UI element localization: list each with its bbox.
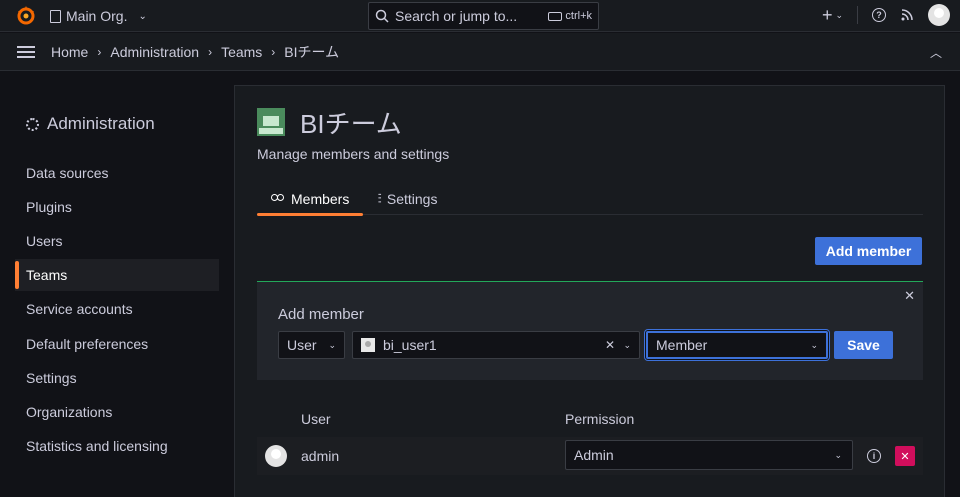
sidebar-item-plugins[interactable]: Plugins <box>15 191 219 223</box>
user-avatar-icon <box>361 338 375 352</box>
role-value: Member <box>656 337 708 353</box>
breadcrumb-teams[interactable]: Teams <box>221 44 262 60</box>
users-icon <box>271 193 284 204</box>
permission-select[interactable]: Admin ⌄ <box>565 440 853 470</box>
sidebar-title-text: Administration <box>47 114 155 133</box>
avatar <box>265 445 287 467</box>
sidebar: Administration Data sources Plugins User… <box>0 72 234 497</box>
sidebar-item-teams[interactable]: Teams <box>15 259 219 291</box>
remove-member-button[interactable]: ✕ <box>895 446 915 466</box>
breadcrumb-current: BIチーム <box>284 43 340 60</box>
grafana-logo-icon[interactable] <box>15 4 37 26</box>
sidebar-item-settings[interactable]: Settings <box>15 362 219 394</box>
help-icon[interactable]: ? <box>872 8 886 22</box>
tab-members-label: Members <box>291 190 350 207</box>
column-header-user: User <box>301 411 331 427</box>
table-row: admin Admin ⌄ i ✕ <box>257 437 923 475</box>
sidebar-item-organizations[interactable]: Organizations <box>15 396 219 428</box>
tab-settings-label: Settings <box>386 190 438 207</box>
sliders-icon: ⫶⫶ <box>377 190 381 206</box>
shortcut-text: ctrl+k <box>565 10 592 22</box>
form-title: Add member <box>278 306 364 323</box>
menu-icon[interactable] <box>17 45 35 58</box>
add-member-button[interactable]: Add member <box>815 237 922 265</box>
user-picker-value: bi_user1 <box>383 337 437 353</box>
new-button[interactable]: + ⌄ <box>822 5 843 26</box>
keyboard-shortcut: ctrl+k <box>548 10 592 22</box>
team-avatar <box>257 108 285 136</box>
add-member-form: ✕ Add member User ⌄ bi_user1 ✕ ⌄ Member … <box>257 281 923 380</box>
breadcrumb: Home › Administration › Teams › BIチーム <box>51 42 339 62</box>
org-switcher[interactable]: Main Org. ⌄ <box>50 8 147 24</box>
column-header-permission: Permission <box>565 411 635 427</box>
sidebar-item-service-accounts[interactable]: Service accounts <box>15 293 219 325</box>
chevron-up-icon[interactable]: ︿ <box>930 44 942 61</box>
sidebar-item-data-sources[interactable]: Data sources <box>15 157 219 189</box>
sidebar-item-default-preferences[interactable]: Default preferences <box>15 328 219 360</box>
chevron-right-icon: › <box>208 44 213 59</box>
sidebar-title: Administration <box>26 114 155 134</box>
tab-members[interactable]: Members <box>257 182 364 216</box>
user-picker[interactable]: bi_user1 ✕ ⌄ <box>352 331 640 359</box>
building-icon <box>50 9 61 23</box>
main-panel: BIチーム Manage members and settings Member… <box>234 85 945 497</box>
chevron-down-icon: ⌄ <box>328 339 336 350</box>
tab-bar: Members ⫶⫶ Settings <box>257 182 923 216</box>
search-bar[interactable]: Search or jump to... ctrl+k <box>368 2 599 30</box>
gear-icon <box>26 117 39 131</box>
info-icon[interactable]: i <box>867 449 881 463</box>
chevron-down-icon: ⌄ <box>835 9 843 20</box>
breadcrumb-home[interactable]: Home <box>51 44 88 60</box>
chevron-down-icon: ⌄ <box>623 339 631 350</box>
close-icon[interactable]: ✕ <box>904 288 915 304</box>
search-icon <box>375 9 389 23</box>
chevron-down-icon: ⌄ <box>834 449 842 460</box>
permission-value: Admin <box>574 447 614 463</box>
breadcrumb-bar: Home › Administration › Teams › BIチーム ︿ <box>0 33 960 71</box>
search-placeholder: Search or jump to... <box>395 8 518 24</box>
user-avatar[interactable] <box>928 4 950 26</box>
page-subtitle: Manage members and settings <box>257 146 450 162</box>
breadcrumb-administration[interactable]: Administration <box>110 44 199 60</box>
member-type-value: User <box>287 337 317 353</box>
top-right-actions: + ⌄ ? <box>822 4 950 26</box>
rss-icon[interactable] <box>900 8 914 22</box>
chevron-right-icon: › <box>271 44 276 59</box>
role-select[interactable]: Member ⌄ <box>646 331 828 359</box>
divider <box>857 6 858 24</box>
tab-settings[interactable]: ⫶⫶ Settings <box>363 182 451 215</box>
chevron-down-icon: ⌄ <box>810 339 818 350</box>
member-username: admin <box>301 448 340 464</box>
clear-icon[interactable]: ✕ <box>605 338 615 352</box>
save-button[interactable]: Save <box>834 331 893 359</box>
chevron-right-icon: › <box>97 44 102 59</box>
org-name: Main Org. <box>66 8 128 24</box>
page-title: BIチーム <box>300 109 402 139</box>
chevron-down-icon: ⌄ <box>138 10 147 22</box>
sidebar-item-users[interactable]: Users <box>15 225 219 257</box>
keyboard-icon <box>548 11 563 21</box>
top-bar: Main Org. ⌄ Search or jump to... ctrl+k … <box>0 0 960 32</box>
sidebar-item-statistics[interactable]: Statistics and licensing <box>15 430 219 462</box>
plus-icon: + <box>821 4 833 25</box>
member-type-select[interactable]: User ⌄ <box>278 331 345 359</box>
